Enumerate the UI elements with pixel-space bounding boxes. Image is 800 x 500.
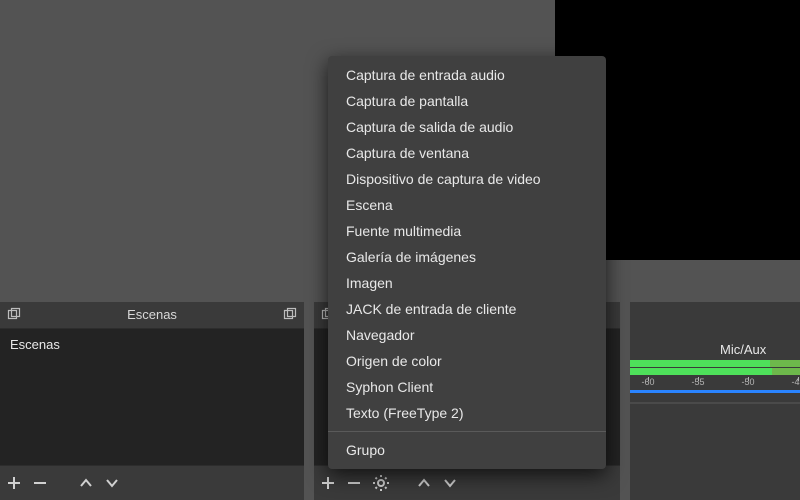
context-menu-item[interactable]: Galería de imágenes bbox=[328, 244, 606, 270]
context-menu-item[interactable]: Captura de pantalla bbox=[328, 88, 606, 114]
remove-scene-button[interactable] bbox=[32, 475, 48, 491]
popout-icon[interactable] bbox=[6, 306, 22, 322]
context-menu-separator bbox=[328, 431, 606, 432]
sources-toolbar bbox=[314, 465, 620, 500]
meter-ticks: -60 -55 -50 -45 bbox=[630, 377, 800, 387]
scene-row[interactable]: Escenas bbox=[0, 333, 304, 356]
move-source-down-button[interactable] bbox=[442, 475, 458, 491]
audio-mixer-body: Mic/Aux -60 -55 -50 -45 bbox=[630, 302, 800, 500]
context-menu-item-group[interactable]: Grupo bbox=[328, 437, 606, 463]
add-scene-button[interactable] bbox=[6, 475, 22, 491]
scenes-toolbar bbox=[0, 465, 304, 500]
scene-row-label: Escenas bbox=[10, 337, 60, 352]
add-source-context-menu: Captura de entrada audioCaptura de panta… bbox=[328, 56, 606, 469]
mixer-channel-label: Mic/Aux bbox=[720, 342, 766, 357]
context-menu-item[interactable]: Navegador bbox=[328, 322, 606, 348]
context-menu-item[interactable]: Fuente multimedia bbox=[328, 218, 606, 244]
context-menu-item[interactable]: JACK de entrada de cliente bbox=[328, 296, 606, 322]
source-settings-button[interactable] bbox=[372, 474, 390, 492]
move-scene-down-button[interactable] bbox=[104, 475, 120, 491]
mixer-separator bbox=[630, 402, 800, 404]
remove-source-button[interactable] bbox=[346, 475, 362, 491]
audio-meter: -60 -55 -50 -45 bbox=[630, 360, 800, 392]
context-menu-item[interactable]: Dispositivo de captura de video bbox=[328, 166, 606, 192]
audio-mixer-panel: Mic/Aux -60 -55 -50 -45 bbox=[630, 302, 800, 500]
context-menu-item[interactable]: Origen de color bbox=[328, 348, 606, 374]
context-menu-item[interactable]: Captura de ventana bbox=[328, 140, 606, 166]
move-source-up-button[interactable] bbox=[416, 475, 432, 491]
context-menu-item[interactable]: Syphon Client bbox=[328, 374, 606, 400]
dock-splitter-2[interactable] bbox=[620, 302, 630, 500]
scenes-list[interactable]: Escenas bbox=[0, 329, 304, 465]
context-menu-item[interactable]: Captura de entrada audio bbox=[328, 62, 606, 88]
context-menu-item[interactable]: Imagen bbox=[328, 270, 606, 296]
scenes-panel-header[interactable]: Escenas bbox=[0, 302, 304, 329]
scenes-panel: Escenas Escenas bbox=[0, 302, 304, 500]
move-scene-up-button[interactable] bbox=[78, 475, 94, 491]
app-window: Escenas Escenas bbox=[0, 0, 800, 500]
popout-icon[interactable] bbox=[282, 306, 298, 322]
context-menu-item[interactable]: Captura de salida de audio bbox=[328, 114, 606, 140]
add-source-button[interactable] bbox=[320, 475, 336, 491]
context-menu-item[interactable]: Texto (FreeType 2) bbox=[328, 400, 606, 426]
volume-slider[interactable] bbox=[630, 390, 800, 393]
scenes-panel-title: Escenas bbox=[127, 307, 177, 322]
context-menu-item[interactable]: Escena bbox=[328, 192, 606, 218]
dock-splitter-1[interactable] bbox=[304, 302, 314, 500]
